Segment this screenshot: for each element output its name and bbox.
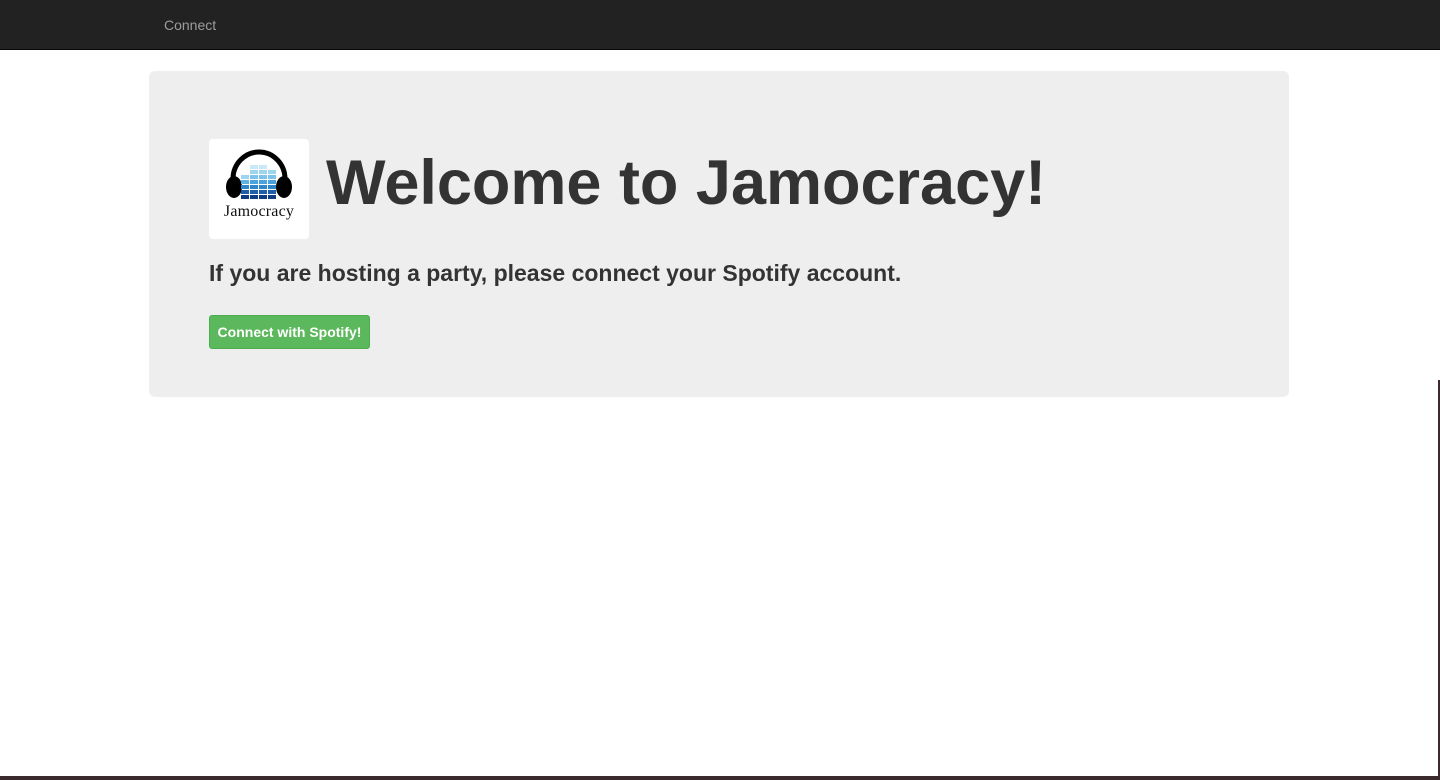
welcome-jumbotron: Jamocracy Welcome to Jamocracy! If you a… xyxy=(149,71,1289,397)
jamocracy-logo: Jamocracy xyxy=(209,139,309,239)
top-navbar: Connect xyxy=(0,0,1440,50)
headphones-equalizer-icon xyxy=(226,149,292,199)
nav-connect-link[interactable]: Connect xyxy=(164,16,216,34)
logo-wordmark: Jamocracy xyxy=(223,203,295,220)
page-title: Welcome to Jamocracy! xyxy=(326,148,1047,218)
window-edge-bottom xyxy=(0,776,1440,780)
connect-spotify-button[interactable]: Connect with Spotify! xyxy=(209,315,370,349)
host-instructions: If you are hosting a party, please conne… xyxy=(209,260,902,286)
